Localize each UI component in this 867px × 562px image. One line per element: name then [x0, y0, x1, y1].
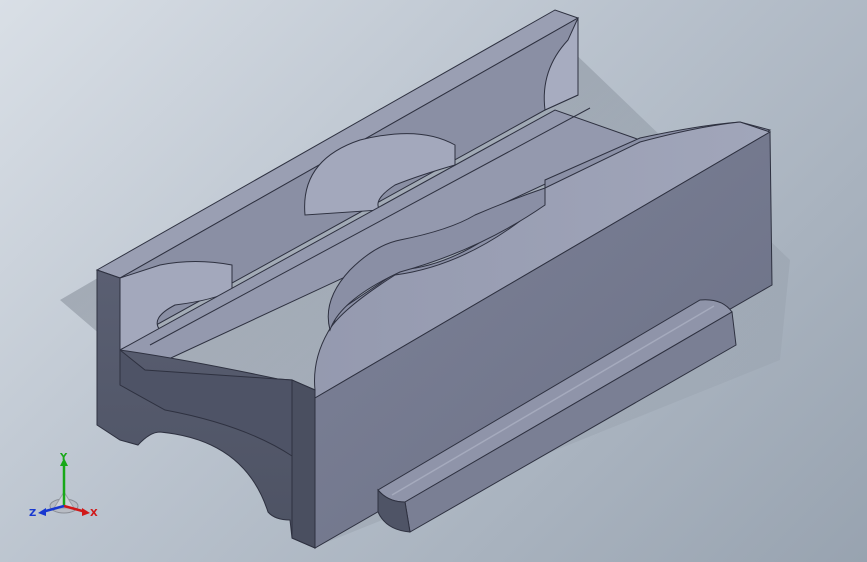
- triad-y-label: Y: [59, 452, 68, 463]
- graphics-viewport[interactable]: Y X Z: [0, 0, 867, 562]
- triad-x-arrow: [82, 508, 90, 516]
- front-wall-near-edge: [291, 379, 316, 549]
- view-triad: Y X Z: [29, 452, 98, 519]
- triad-z-arrow: [38, 508, 46, 516]
- triad-x-label: X: [90, 508, 98, 519]
- triad-z-label: Z: [29, 508, 36, 519]
